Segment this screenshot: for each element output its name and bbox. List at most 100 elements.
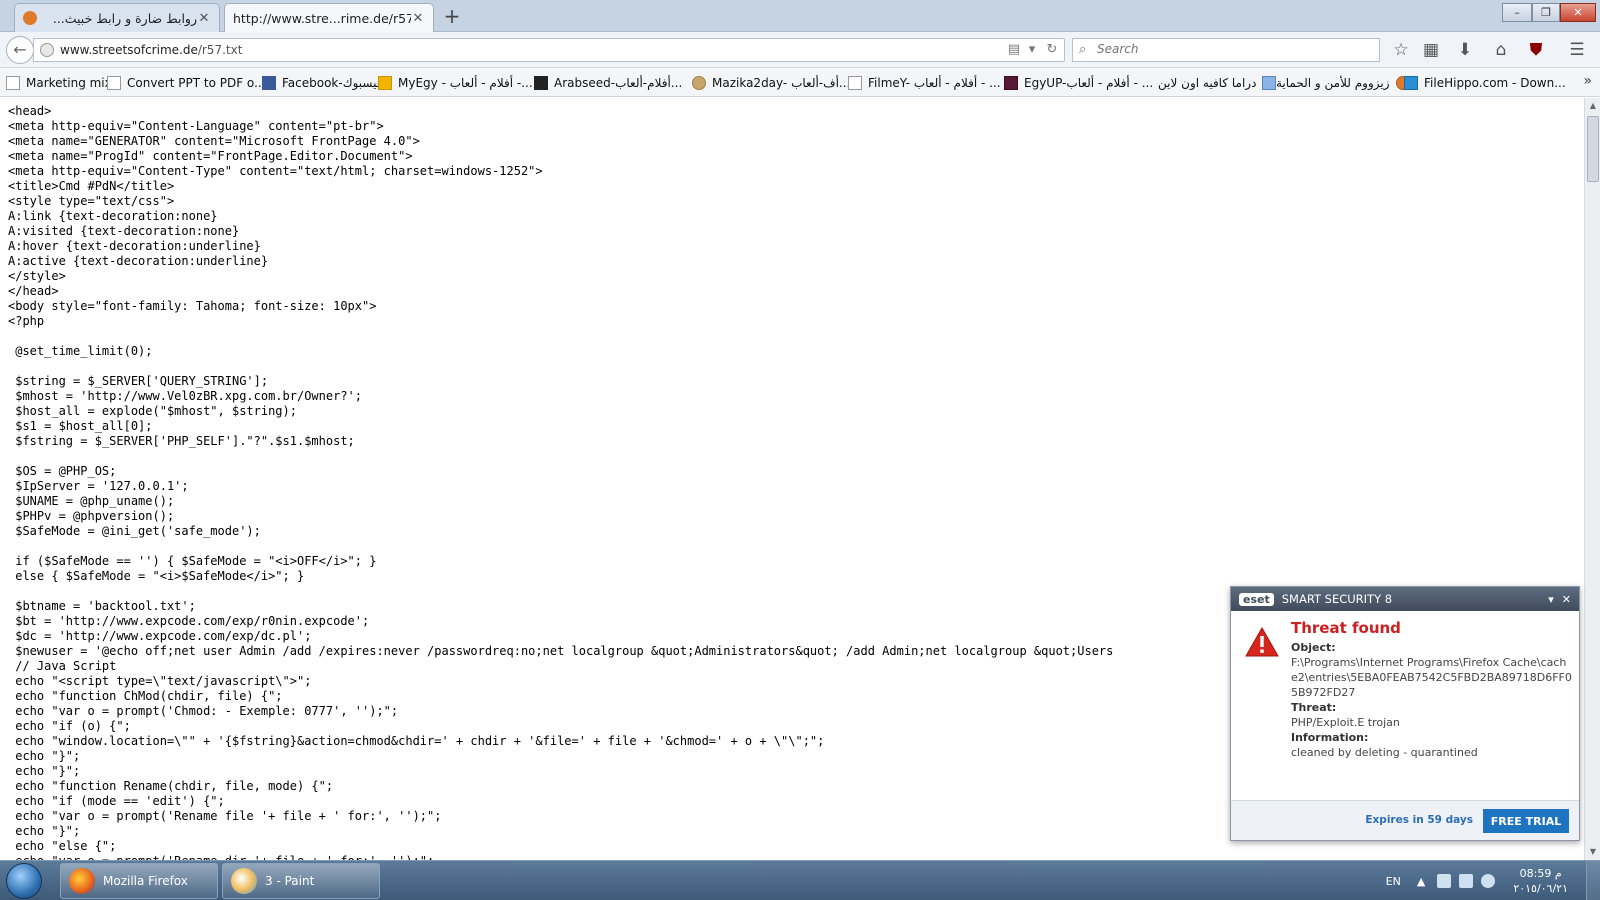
- show-desktop-button[interactable]: [1586, 861, 1600, 900]
- home-icon[interactable]: ⌂: [1490, 40, 1512, 62]
- scroll-down-icon[interactable]: ▼: [1585, 844, 1600, 860]
- menu-icon[interactable]: ☰: [1566, 40, 1588, 62]
- url-bar[interactable]: www.streetsofcrime.de/r57.txt ▤ ▾ ↻: [33, 38, 1065, 62]
- bookmark-label: FileHippo.com - Down...: [1424, 76, 1566, 90]
- bookmark-star-icon[interactable]: ☆: [1390, 40, 1412, 62]
- taskbar-item-firefox[interactable]: Mozilla Firefox: [60, 863, 218, 899]
- start-button[interactable]: [6, 863, 42, 899]
- search-input[interactable]: [1097, 42, 1367, 56]
- close-icon[interactable]: ✕: [1562, 593, 1571, 606]
- eset-threat-notification: eset SMART SECURITY 8 ▾ ✕ Threat found O…: [1230, 586, 1580, 841]
- scroll-up-icon[interactable]: ▲: [1585, 98, 1600, 114]
- chevron-down-icon[interactable]: ▾: [1548, 593, 1554, 606]
- bookmark-item[interactable]: دراما كافيه اون لاين: [1158, 75, 1277, 91]
- search-icon: ⌕: [1079, 42, 1087, 57]
- bookmark-label: Arabseed-أفلام-ألعاب...: [554, 76, 683, 90]
- warning-icon: [1245, 627, 1279, 657]
- vertical-scrollbar[interactable]: ▲ ▼: [1584, 98, 1600, 860]
- close-window-button[interactable]: ✕: [1560, 3, 1596, 22]
- tab-label: http://www.stre...rime.de/r57.txt: [233, 11, 411, 26]
- bookmarks-toolbar: Marketing mix Convert PPT to PDF o... Fa…: [0, 69, 1600, 97]
- more-bookmarks-icon[interactable]: »: [1583, 73, 1592, 89]
- source-code-text: <head> <meta http-equiv="Content-Languag…: [8, 104, 1114, 860]
- tab-r57[interactable]: http://www.stre...rime.de/r57.txt ✕: [224, 3, 434, 33]
- taskbar-item-label: Mozilla Firefox: [103, 874, 188, 888]
- download-icon[interactable]: ⬇: [1454, 40, 1476, 62]
- search-bar[interactable]: ⌕: [1072, 38, 1380, 62]
- bookmarks-list-icon[interactable]: ▦: [1420, 40, 1442, 62]
- taskbar-item-label: 3 - Paint: [265, 874, 315, 888]
- bookmark-item[interactable]: Facebook-فيسبوك: [262, 75, 383, 91]
- network-icon[interactable]: [1437, 874, 1452, 888]
- maximize-button[interactable]: ❐: [1532, 3, 1560, 22]
- filehippo-icon: [1404, 76, 1418, 90]
- bookmark-label: EgyUP-أفلام - ألعاب - ...: [1024, 76, 1154, 90]
- threat-title: Threat found: [1291, 619, 1401, 637]
- bookmark-label: Facebook-فيسبوك: [282, 76, 383, 90]
- reader-view-icon[interactable]: ▤: [1006, 42, 1022, 58]
- taskbar: Mozilla Firefox 3 - Paint EN ▲ 08:59 م ٢…: [0, 860, 1600, 900]
- expires-link[interactable]: Expires in 59 days: [1365, 814, 1473, 826]
- paint-icon: [231, 868, 257, 894]
- free-trial-button[interactable]: FREE TRIAL: [1483, 809, 1569, 833]
- mazika-icon: [692, 76, 706, 90]
- globe-icon[interactable]: [40, 43, 54, 57]
- tab-malicious-links[interactable]: روابط ضارة و رابط خبيث... ✕: [14, 3, 220, 32]
- bookmark-item[interactable]: Arabseed-أفلام-ألعاب...: [534, 75, 682, 91]
- myegy-icon: [378, 76, 392, 90]
- scroll-thumb[interactable]: [1587, 116, 1599, 182]
- bookmark-label: Convert PPT to PDF o...: [127, 76, 266, 90]
- firefox-icon: [69, 868, 95, 894]
- threat-label: Threat:: [1291, 701, 1337, 714]
- information-label: Information:: [1291, 731, 1369, 744]
- music-icon: [1262, 76, 1277, 90]
- bookmark-item[interactable]: Mazika2day- أف-ألعاب...: [692, 75, 850, 91]
- display-icon[interactable]: [1459, 874, 1474, 888]
- bookmark-item[interactable]: FilmeY- أفلام - ألعاب - ...: [848, 75, 1001, 91]
- object-label: Object:: [1291, 641, 1336, 654]
- navigation-toolbar: ← www.streetsofcrime.de/r57.txt ▤ ▾ ↻ ⌕ …: [0, 32, 1600, 68]
- page-icon: [848, 76, 862, 90]
- bookmark-label: MyEgy - أفلام - ألعاب -...: [398, 76, 533, 90]
- close-tab-icon[interactable]: ✕: [197, 11, 211, 26]
- bookmark-item[interactable]: Convert PPT to PDF o...: [107, 75, 266, 91]
- close-tab-icon[interactable]: ✕: [411, 11, 425, 26]
- bookmark-item[interactable]: Marketing mix: [6, 75, 112, 91]
- new-tab-button[interactable]: +: [440, 5, 464, 29]
- minimize-button[interactable]: –: [1502, 3, 1532, 22]
- arabseed-icon: [534, 76, 548, 90]
- ublock-icon[interactable]: ⛊: [1525, 40, 1547, 62]
- url-text[interactable]: www.streetsofcrime.de/r57.txt: [60, 43, 242, 57]
- bookmark-label: Marketing mix: [26, 76, 112, 90]
- threat-value: PHP/Exploit.E trojan: [1291, 716, 1400, 729]
- bookmark-label: زيزووم للأمن و الحماية: [1276, 76, 1390, 90]
- bookmark-item[interactable]: زيزووم للأمن و الحماية: [1276, 75, 1410, 91]
- clock[interactable]: 08:59 م ٢٠١٥/٠٦/٢١: [1513, 866, 1568, 896]
- clock-date: ٢٠١٥/٠٦/٢١: [1513, 882, 1568, 895]
- url-path: /r57.txt: [197, 43, 243, 57]
- eset-product-name: SMART SECURITY 8: [1281, 592, 1393, 606]
- back-button[interactable]: ←: [6, 36, 34, 64]
- taskbar-item-paint[interactable]: 3 - Paint: [222, 863, 380, 899]
- eset-header: eset SMART SECURITY 8 ▾ ✕: [1231, 587, 1579, 611]
- facebook-icon: [262, 76, 276, 90]
- bookmark-item[interactable]: EgyUP-أفلام - ألعاب - ...: [1004, 75, 1153, 91]
- eset-footer: Expires in 59 days FREE TRIAL: [1231, 800, 1579, 840]
- clock-time: 08:59 م: [1519, 867, 1562, 880]
- language-indicator[interactable]: EN: [1386, 875, 1401, 888]
- eset-tray-icon[interactable]: [1481, 874, 1496, 888]
- show-hidden-icons-icon[interactable]: ▲: [1417, 875, 1425, 888]
- dropdown-arrow-icon[interactable]: ▾: [1024, 42, 1040, 58]
- information-value: cleaned by deleting - quarantined: [1291, 746, 1478, 759]
- reload-icon[interactable]: ↻: [1044, 42, 1060, 58]
- system-tray: EN ▲ 08:59 م ٢٠١٥/٠٦/٢١: [1386, 861, 1592, 900]
- bookmark-item[interactable]: FileHippo.com - Down...: [1404, 75, 1566, 91]
- tab-strip: روابط ضارة و رابط خبيث... ✕ http://www.s…: [0, 0, 1600, 33]
- bookmark-label: FilmeY- أفلام - ألعاب - ...: [868, 76, 1001, 90]
- egyup-icon: [1004, 76, 1018, 90]
- bookmark-item[interactable]: MyEgy - أفلام - ألعاب -...: [378, 75, 533, 91]
- bookmark-label: دراما كافيه اون لاين: [1158, 76, 1257, 90]
- eset-logo: eset: [1239, 592, 1274, 606]
- bookmark-label: Mazika2day- أف-ألعاب...: [712, 76, 851, 90]
- site-favicon: [23, 11, 37, 25]
